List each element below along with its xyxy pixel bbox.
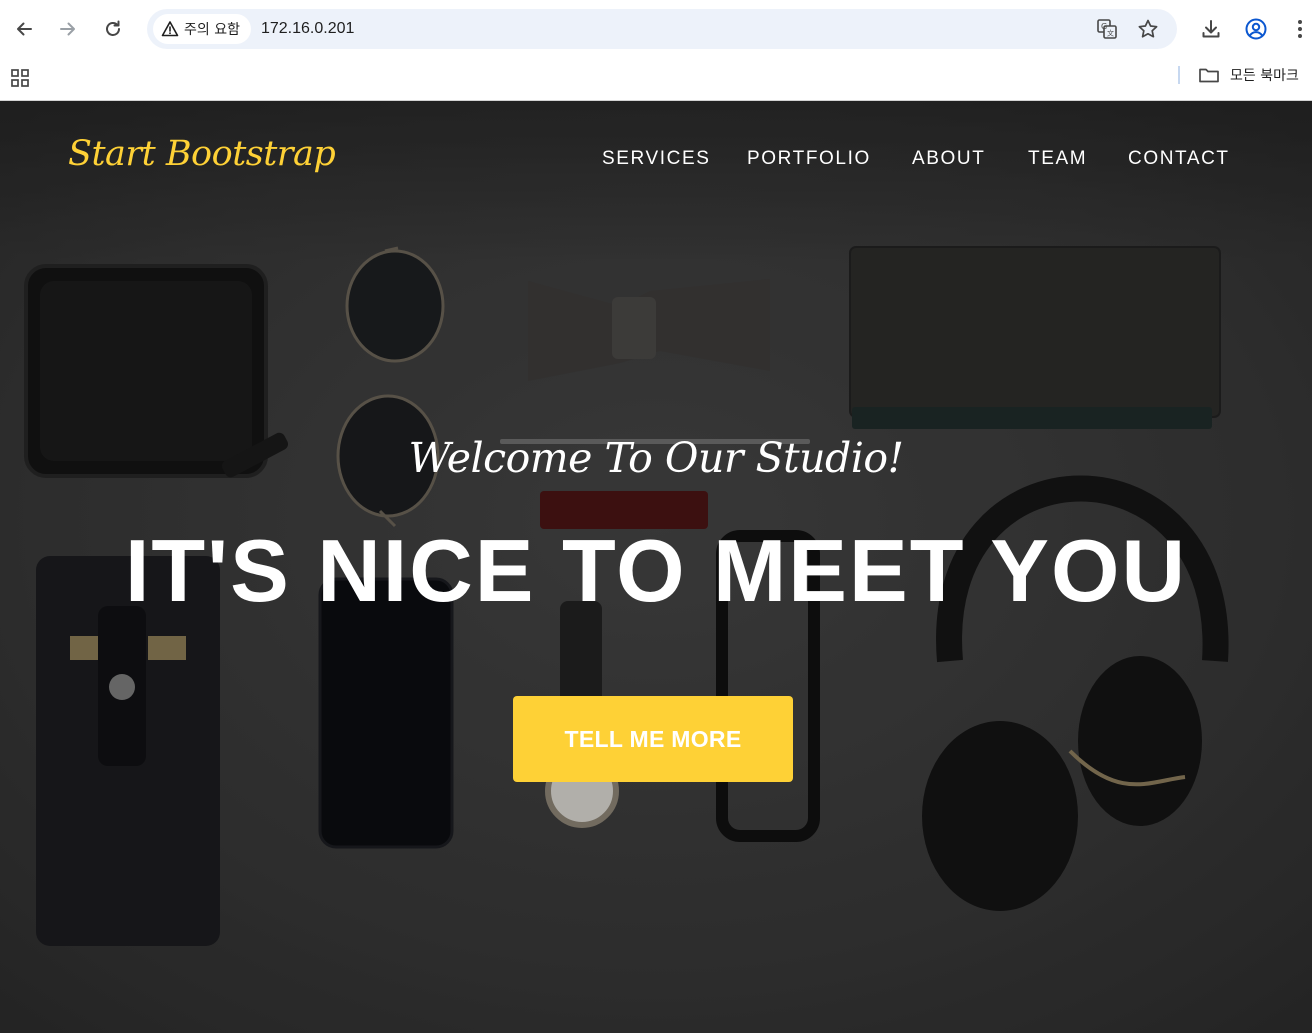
bookmarks-divider	[1178, 66, 1180, 84]
svg-text:文: 文	[1107, 29, 1114, 38]
all-bookmarks-folder[interactable]: 모든 북마크	[1198, 63, 1299, 87]
nav-link-services[interactable]: SERVICES	[602, 148, 711, 170]
address-bar[interactable]: 주의 요함 172.16.0.201 G 文	[147, 9, 1177, 49]
forward-button[interactable]	[52, 13, 84, 45]
tell-me-more-button[interactable]: TELL ME MORE	[513, 696, 793, 782]
nav-link-team[interactable]: TEAM	[1028, 148, 1087, 170]
browser-menu-button[interactable]	[1288, 13, 1312, 45]
reload-button[interactable]	[97, 13, 129, 45]
back-button[interactable]	[8, 13, 40, 45]
download-icon	[1202, 20, 1220, 38]
security-label: 주의 요함	[184, 22, 240, 38]
forward-icon	[60, 22, 75, 36]
folder-icon	[1199, 68, 1219, 83]
main-nav: SERVICES PORTFOLIO ABOUT TEAM CONTACT	[0, 148, 1312, 172]
nav-link-about[interactable]: ABOUT	[912, 148, 985, 170]
bookmark-star-button[interactable]	[1133, 14, 1163, 44]
translate-button[interactable]: G 文	[1092, 14, 1122, 44]
url-text[interactable]: 172.16.0.201	[261, 20, 354, 38]
star-icon	[1138, 19, 1158, 38]
hero-subheading: Welcome To Our Studio!	[408, 434, 904, 482]
nav-link-portfolio[interactable]: PORTFOLIO	[747, 148, 871, 170]
hero-heading: IT'S NICE TO MEET YOU	[124, 521, 1188, 620]
nav-link-contact[interactable]: CONTACT	[1128, 148, 1230, 170]
reload-icon	[106, 20, 120, 36]
security-status-chip[interactable]: 주의 요함	[153, 14, 251, 44]
profile-icon	[1245, 18, 1267, 40]
back-icon	[17, 22, 32, 36]
apps-icon	[11, 69, 29, 87]
bookmarks-bar: 모든 북마크	[0, 58, 1312, 101]
hero-section: Start Bootstrap SERVICES PORTFOLIO ABOUT…	[0, 101, 1312, 1033]
profile-button[interactable]	[1240, 13, 1272, 45]
apps-button[interactable]	[10, 67, 32, 89]
downloads-button[interactable]	[1195, 13, 1227, 45]
warning-icon	[161, 21, 179, 37]
translate-icon: G 文	[1097, 19, 1117, 39]
menu-icon	[1298, 20, 1302, 38]
all-bookmarks-label: 모든 북마크	[1230, 68, 1299, 84]
browser-toolbar: 주의 요함 172.16.0.201 G 文	[0, 0, 1312, 58]
